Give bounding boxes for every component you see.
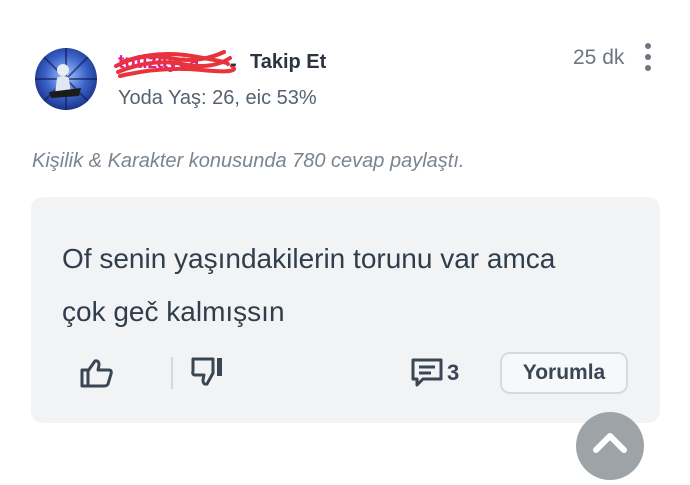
thumbs-up-icon bbox=[80, 359, 113, 388]
like-button[interactable] bbox=[80, 358, 114, 393]
user-level: Yoda bbox=[118, 87, 163, 109]
comment-icon bbox=[411, 358, 443, 387]
username-wrap[interactable]: tutizayca bbox=[114, 44, 238, 80]
more-vertical-icon[interactable] bbox=[640, 43, 656, 71]
vote-divider bbox=[171, 357, 173, 389]
scroll-to-top-button[interactable] bbox=[576, 412, 644, 480]
activity-text: Kişilik & Karakter konusunda 780 cevap p… bbox=[32, 150, 465, 172]
answer-text: Of senin yaşındakilerin torunu var amca … bbox=[62, 232, 622, 338]
thumbs-down-icon bbox=[191, 357, 222, 386]
dislike-button[interactable] bbox=[191, 355, 225, 392]
answer-line: çok geč kalmışsın bbox=[62, 296, 285, 327]
chevron-up-icon bbox=[593, 433, 627, 453]
comment-count: 3 bbox=[447, 360, 460, 385]
redaction-scribble bbox=[114, 50, 236, 78]
follow-button[interactable]: Takip Et bbox=[250, 51, 326, 74]
reply-button[interactable]: Yorumla bbox=[500, 352, 628, 394]
user-meta: Yoda Yaş: 26, eic 53% bbox=[118, 87, 317, 110]
comment-button[interactable] bbox=[411, 358, 443, 393]
avatar-image bbox=[35, 48, 97, 110]
answer-line: Of senin yaşındakilerin torunu var amca bbox=[62, 243, 556, 274]
avatar[interactable] bbox=[35, 48, 97, 110]
user-stats: Yaş: 26, eic 53% bbox=[168, 87, 317, 109]
name-separator: - bbox=[230, 53, 237, 75]
post-time: 25 dk bbox=[573, 46, 625, 69]
